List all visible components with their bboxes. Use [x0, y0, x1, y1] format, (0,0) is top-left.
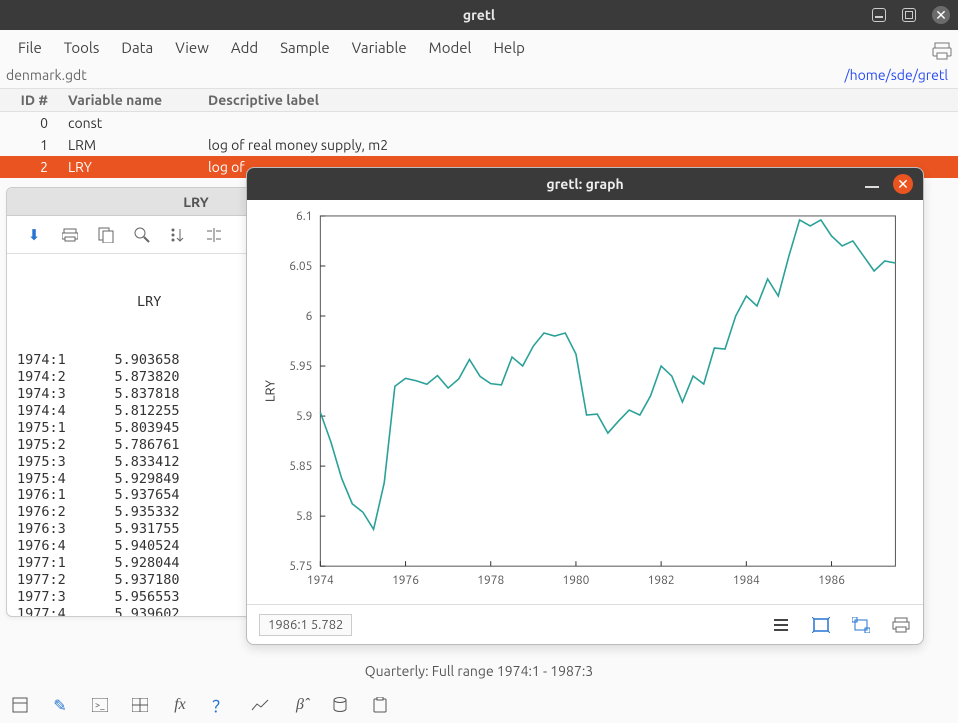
svg-text:1980: 1980 — [562, 574, 589, 587]
svg-text:1974: 1974 — [307, 574, 334, 587]
svg-text:>_: >_ — [95, 700, 105, 710]
menu-view[interactable]: View — [167, 35, 217, 60]
help-icon[interactable]: ？ — [210, 695, 230, 715]
bottom-toolbar: ✎ >_ fx ？ β̂ — [10, 695, 390, 715]
svg-text:5.75: 5.75 — [289, 560, 312, 573]
edit-icon[interactable]: ✎ — [50, 695, 70, 715]
svg-text:5.8: 5.8 — [296, 510, 312, 523]
svg-text:6: 6 — [306, 310, 313, 323]
graph-minimize-icon[interactable] — [865, 176, 879, 190]
var-desc: log of real money supply, m2 — [208, 137, 950, 153]
svg-text:6.05: 6.05 — [289, 260, 312, 273]
sort-icon[interactable] — [169, 226, 187, 244]
svg-text:5.9: 5.9 — [296, 410, 312, 423]
svg-text:1976: 1976 — [392, 574, 419, 587]
plot-icon[interactable] — [250, 695, 270, 715]
print-icon[interactable] — [924, 38, 946, 56]
menu-variable[interactable]: Variable — [344, 35, 415, 60]
col-id: ID # — [8, 92, 68, 108]
var-id: 1 — [8, 137, 68, 153]
menu-model[interactable]: Model — [421, 35, 480, 60]
home-path-link[interactable]: /home/sde/gretl — [844, 67, 948, 83]
graph-close-icon[interactable]: ✕ — [893, 174, 913, 194]
var-name: LRM — [68, 137, 208, 153]
variable-table-header: ID # Variable name Descriptive label — [0, 89, 958, 112]
format-icon[interactable] — [205, 226, 223, 244]
zoom-icon[interactable] — [133, 226, 151, 244]
svg-text:6.1: 6.1 — [296, 210, 312, 223]
console-icon[interactable]: >_ — [90, 695, 110, 715]
graph-title: gretl: graph — [546, 176, 623, 192]
svg-text:5.85: 5.85 — [289, 460, 312, 473]
svg-text:LRY: LRY — [264, 380, 278, 402]
graph-window: gretl: graph ✕ 5.75 5.8 5.85 5.9 5.95 6 6.05 6.… — [246, 167, 924, 645]
var-name: LRY — [68, 159, 208, 175]
var-id: 0 — [8, 115, 68, 131]
coord-readout: 1986:1 5.782 — [259, 614, 352, 636]
main-title: gretl — [463, 7, 495, 23]
variable-row[interactable]: 0const — [0, 112, 958, 134]
menubar: FileToolsDataViewAddSampleVariableModelH… — [0, 30, 958, 64]
hamburger-icon[interactable] — [771, 615, 791, 635]
menu-tools[interactable]: Tools — [56, 35, 108, 60]
save-icon[interactable]: ⬇ — [25, 226, 43, 244]
graph-titlebar: gretl: graph ✕ — [247, 168, 923, 200]
window-close-icon[interactable]: ✕ — [932, 6, 950, 24]
menu-add[interactable]: Add — [223, 35, 266, 60]
clipboard-icon[interactable] — [370, 695, 390, 715]
fullscreen-icon[interactable] — [811, 615, 831, 635]
svg-text:1982: 1982 — [648, 574, 675, 587]
col-name: Variable name — [68, 92, 208, 108]
calculator-icon[interactable] — [10, 695, 30, 715]
svg-text:1986: 1986 — [818, 574, 845, 587]
fx-icon[interactable]: fx — [170, 695, 190, 715]
print-graph-icon[interactable] — [891, 615, 911, 635]
menu-file[interactable]: File — [10, 35, 50, 60]
grid-icon[interactable] — [130, 695, 150, 715]
svg-text:5.95: 5.95 — [289, 360, 312, 373]
database-icon[interactable] — [330, 695, 350, 715]
var-desc — [208, 115, 950, 131]
col-desc: Descriptive label — [208, 92, 950, 108]
copy-icon[interactable] — [97, 226, 115, 244]
beta-hat-icon[interactable]: β̂ — [290, 695, 310, 715]
menu-sample[interactable]: Sample — [272, 35, 338, 60]
variable-row[interactable]: 1LRMlog of real money supply, m2 — [0, 134, 958, 156]
zoom-box-icon[interactable] — [851, 615, 871, 635]
svg-text:1984: 1984 — [733, 574, 760, 587]
print-icon[interactable] — [61, 226, 79, 244]
var-name: const — [68, 115, 208, 131]
var-id: 2 — [8, 159, 68, 175]
window-minimize-icon[interactable] — [872, 8, 886, 22]
menu-data[interactable]: Data — [113, 35, 161, 60]
main-titlebar: gretl ✕ — [0, 0, 958, 30]
window-maximize-icon[interactable] — [902, 8, 916, 22]
menu-help[interactable]: Help — [485, 35, 532, 60]
variable-table: ID # Variable name Descriptive label 0co… — [0, 88, 958, 178]
graph-plot-area[interactable]: 5.75 5.8 5.85 5.9 5.95 6 6.05 6.1 1974 1976 1978 19… — [255, 206, 915, 600]
svg-text:1978: 1978 — [477, 574, 504, 587]
dataset-filename: denmark.gdt — [6, 67, 87, 83]
status-text: Quarterly: Full range 1974:1 - 1987:3 — [0, 663, 958, 679]
